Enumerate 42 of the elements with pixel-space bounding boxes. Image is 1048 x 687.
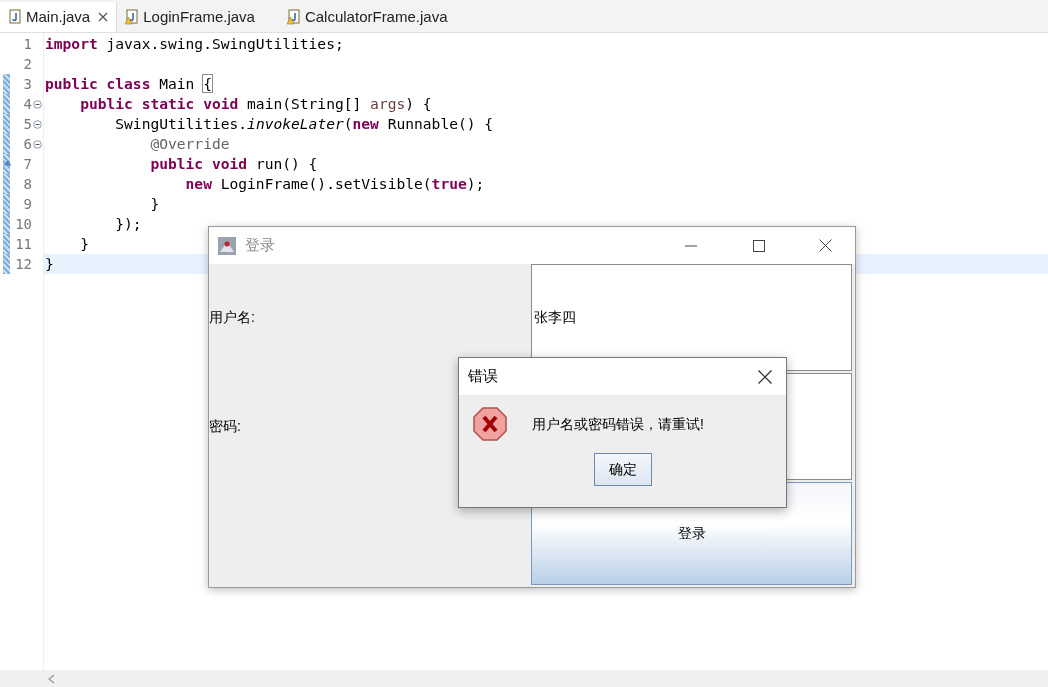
line-number: 8 bbox=[22, 174, 32, 194]
ok-button[interactable]: 确定 bbox=[593, 453, 652, 486]
line-number: 11 bbox=[14, 234, 32, 254]
line-number: 10 bbox=[14, 214, 32, 234]
collapse-icon[interactable] bbox=[33, 99, 42, 109]
maximize-icon[interactable] bbox=[753, 239, 765, 252]
username-label: 用户名: bbox=[209, 308, 255, 327]
code-line: } bbox=[79, 234, 89, 254]
line-number: 5 bbox=[22, 114, 32, 134]
window-title: 登录 bbox=[245, 235, 276, 256]
close-icon[interactable] bbox=[758, 369, 772, 384]
error-icon bbox=[472, 406, 508, 442]
code-line: import javax.swing.SwingUtilities; bbox=[45, 34, 344, 54]
line-number: 4 bbox=[22, 94, 32, 114]
dialog-title: 错误 bbox=[468, 366, 499, 387]
code-line: SwingUtilities.invokeLater(new Runnable() { bbox=[114, 114, 494, 134]
code-line: } bbox=[149, 194, 160, 214]
close-icon[interactable] bbox=[819, 239, 832, 252]
line-number: 9 bbox=[22, 194, 32, 214]
line-number: 7 bbox=[22, 154, 32, 174]
code-line: } bbox=[45, 254, 54, 274]
line-number: 1 bbox=[22, 34, 32, 54]
code-line: public static void main(String[] args) { bbox=[79, 94, 432, 114]
line-number: 6 bbox=[22, 134, 32, 154]
override-icon[interactable] bbox=[3, 160, 12, 166]
password-label: 密码: bbox=[209, 417, 241, 436]
line-number: 12 bbox=[14, 254, 32, 274]
collapse-icon[interactable] bbox=[33, 119, 42, 129]
editor-tab[interactable]: Main.java bbox=[0, 2, 118, 32]
line-number: 2 bbox=[22, 54, 32, 74]
error-message: 用户名或密码错误，请重试! bbox=[532, 414, 704, 434]
line-number: 3 bbox=[22, 74, 32, 94]
code-line: public class Main { bbox=[45, 74, 212, 94]
app-icon bbox=[217, 235, 237, 256]
code-line: new LoginFrame().setVisible(true); bbox=[184, 174, 485, 194]
code-line: }); bbox=[114, 214, 142, 234]
code-line: @Override bbox=[149, 134, 230, 154]
collapse-icon[interactable] bbox=[33, 139, 42, 149]
code-line: public void run() { bbox=[149, 154, 318, 174]
minimize-icon[interactable] bbox=[685, 244, 697, 247]
username-field[interactable]: 张李四 bbox=[531, 264, 852, 371]
close-icon[interactable] bbox=[98, 12, 109, 22]
